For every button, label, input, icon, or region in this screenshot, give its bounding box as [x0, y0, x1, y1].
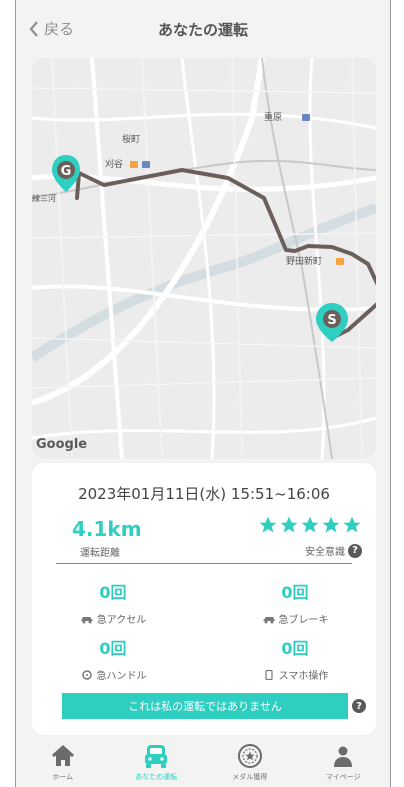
medal-icon	[237, 744, 262, 768]
map-label-kariya: 刈谷	[105, 158, 123, 170]
star-icon	[322, 516, 340, 533]
map-label-higashimikawa: 線三河	[32, 193, 56, 203]
sudden-steer-count: 0回	[99, 639, 127, 658]
drive-summary-card: 2023年01月11日(水) 15:51~16:06 4.1km 運転距離 安全…	[32, 463, 376, 735]
divider	[56, 563, 352, 564]
phone-use-count: 0回	[281, 639, 309, 658]
smartphone-icon	[265, 669, 273, 680]
nav-medals[interactable]: メダル獲得	[203, 737, 297, 787]
report-help-icon[interactable]: ?	[352, 699, 366, 713]
page-title: あなたの運転	[157, 21, 248, 39]
star-icon	[280, 516, 298, 533]
sudden-accel-label: 急アクセル	[96, 615, 147, 626]
app-frame: 戻る あなたの運転 桜町 刈谷 重原 野田新町 線三河 Google G S 2…	[15, 0, 391, 787]
bottom-nav: ホーム あなたの運転 メダル獲得 マイページ	[16, 737, 390, 787]
svg-text:G: G	[61, 164, 72, 179]
safety-label: 安全意識	[305, 547, 345, 558]
header: 戻る あなたの運転	[16, 0, 390, 58]
sudden-accel-count: 0回	[99, 583, 127, 602]
not-my-drive-button[interactable]: これは私の運転ではありません	[62, 693, 348, 719]
nav-your-driving[interactable]: あなたの運転	[110, 737, 204, 787]
stat-sudden-steer: 0回 急ハンドル	[38, 635, 188, 682]
nav-home-label: ホーム	[52, 773, 74, 781]
steering-wheel-icon	[81, 669, 92, 680]
star-icon	[343, 516, 361, 533]
star-icon	[301, 516, 319, 533]
nav-mypage[interactable]: マイページ	[297, 737, 391, 787]
stat-phone-use: 0回 スマホ操作	[220, 635, 370, 682]
car-accel-icon	[80, 616, 93, 623]
safety-label-row: 安全意識 ?	[305, 543, 362, 558]
google-logo: Google	[36, 437, 87, 452]
stat-sudden-brake: 0回 急ブレーキ	[220, 579, 370, 626]
svg-text:S: S	[327, 313, 336, 328]
map-label-kuwamachi: 桜町	[122, 133, 140, 145]
car-icon	[145, 745, 168, 768]
sudden-brake-count: 0回	[281, 583, 309, 602]
map-label-nodashinmachi: 野田新町	[286, 255, 322, 267]
drive-date: 2023年01月11日(水) 15:51~16:06	[78, 485, 330, 503]
map-label-shigehara: 重原	[264, 111, 282, 123]
sudden-brake-label: 急ブレーキ	[278, 615, 329, 626]
star-icon	[259, 516, 277, 533]
user-icon	[334, 746, 353, 767]
stat-sudden-accel: 0回 急アクセル	[38, 579, 188, 626]
safety-stars	[258, 515, 362, 535]
help-icon[interactable]: ?	[348, 543, 362, 558]
distance-label: 運転距離	[80, 548, 120, 559]
distance-value: 4.1km	[72, 517, 142, 541]
route-map[interactable]: 桜町 刈谷 重原 野田新町 線三河 Google G S	[32, 58, 376, 459]
car-brake-icon	[262, 616, 275, 623]
phone-use-label: スマホ操作	[278, 671, 329, 682]
nav-home[interactable]: ホーム	[16, 737, 110, 787]
nav-medals-label: メダル獲得	[232, 773, 268, 781]
nav-your-driving-label: あなたの運転	[135, 773, 178, 781]
nav-mypage-label: マイページ	[325, 773, 361, 781]
home-icon	[51, 744, 74, 766]
sudden-steer-label: 急ハンドル	[96, 671, 147, 682]
